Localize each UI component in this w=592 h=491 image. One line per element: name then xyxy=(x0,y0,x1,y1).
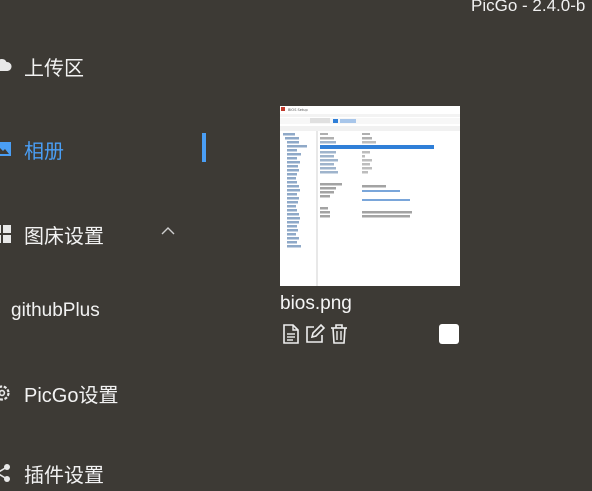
screenshot-thumbnail-graphic: BIOS Setup xyxy=(280,106,460,286)
gear-icon xyxy=(0,385,10,401)
sidebar-item-label: PicGo设置 xyxy=(24,384,119,407)
sidebar-item-label: 相册 xyxy=(24,140,64,163)
thumbnail-title: BIOS Setup xyxy=(288,108,308,112)
sidebar-item-label: 上传区 xyxy=(24,57,84,80)
sidebar-item-label: 插件设置 xyxy=(24,464,104,487)
sidebar-item-label: 图床设置 xyxy=(24,225,104,248)
sidebar: 上传区 相册 图床设置 githubPlus PicGo设置 插件设置 xyxy=(0,0,210,487)
select-checkbox[interactable] xyxy=(439,324,459,344)
image-filename: bios.png xyxy=(280,293,352,314)
image-actions xyxy=(280,323,350,345)
active-indicator xyxy=(202,133,206,162)
grid-icon xyxy=(0,225,11,243)
share-icon xyxy=(0,464,10,482)
gallery-card: BIOS Setup bios.png xyxy=(280,106,460,344)
trash-icon[interactable] xyxy=(328,323,350,345)
file-text-icon[interactable] xyxy=(280,323,302,345)
sidebar-subitem-githubplus[interactable]: githubPlus xyxy=(11,300,100,322)
edit-icon[interactable] xyxy=(304,323,326,345)
image-icon xyxy=(0,142,11,156)
chevron-up-icon[interactable] xyxy=(160,224,176,238)
cloud-icon xyxy=(0,58,12,71)
thumbnail-image[interactable]: BIOS Setup xyxy=(280,106,460,286)
app-title: PicGo - 2.4.0-b xyxy=(471,0,586,15)
